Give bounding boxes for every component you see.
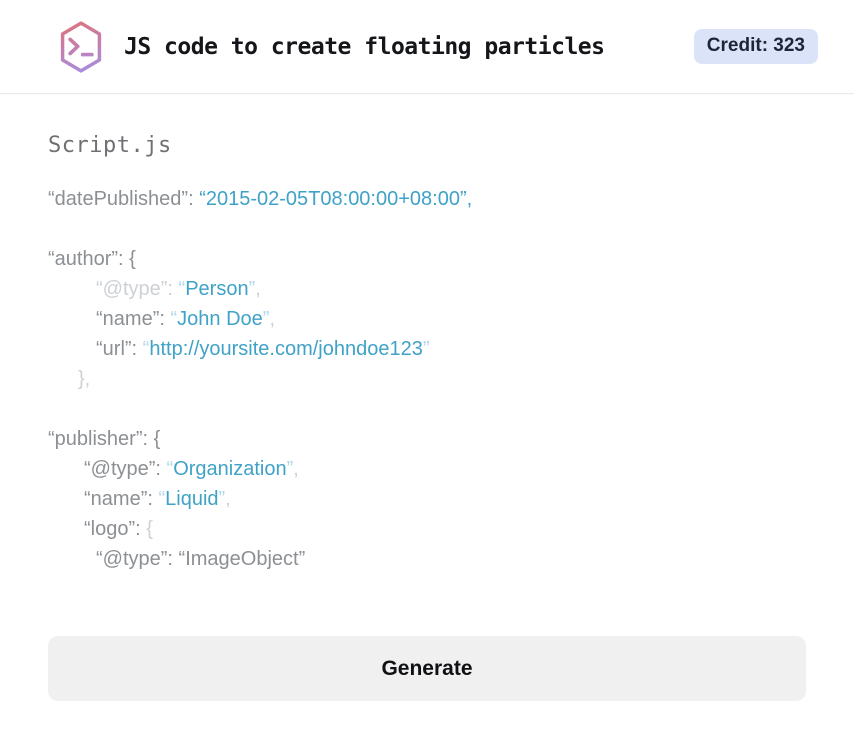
code-token: }, (78, 368, 91, 390)
code-line: “name”: “John Doe”, (48, 304, 806, 334)
page-title: JS code to create floating particles (124, 33, 605, 60)
code-token: Person (185, 278, 249, 300)
code-token: ” (422, 338, 430, 360)
code-token: John Doe (177, 308, 263, 330)
code-token: , (225, 488, 231, 510)
code-token: “datePublished”: (48, 188, 200, 210)
code-token: { (146, 518, 153, 540)
app-header: JS code to create floating particles Cre… (0, 0, 854, 94)
terminal-prompt-hexagon-icon (55, 18, 107, 76)
code-line: “logo”: { (48, 514, 806, 544)
code-token: “name”: (96, 308, 171, 330)
code-token: , (269, 308, 275, 330)
code-line: “@type”: “Organization”, (48, 454, 806, 484)
code-token: , (293, 458, 299, 480)
code-line: “datePublished”: “2015-02-05T08:00:00+08… (48, 184, 806, 214)
code-lines: “datePublished”: “2015-02-05T08:00:00+08… (48, 184, 806, 574)
code-line: “@type”: “Person”, (48, 274, 806, 304)
script-filename: Script.js (48, 133, 172, 158)
credit-badge: Credit: 323 (693, 29, 818, 64)
code-line: “publisher”: { (48, 424, 806, 454)
code-token: “@type”: “ImageObject” (96, 548, 306, 570)
code-token: Liquid (165, 488, 219, 510)
code-token: “publisher”: { (48, 428, 161, 450)
code-token: “logo”: (84, 518, 147, 540)
code-token: Organization (173, 458, 287, 480)
code-line: }, (48, 364, 806, 394)
code-line: “name”: “Liquid”, (48, 484, 806, 514)
code-token: http://yoursite.com/johndoe123 (149, 338, 423, 360)
code-panel: Script.js “datePublished”: “2015-02-05T0… (0, 133, 854, 701)
code-line: “url”: “http://yoursite.com/johndoe123” (48, 334, 806, 364)
code-line: “@type”: “ImageObject” (48, 544, 806, 574)
code-token: “author”: { (48, 248, 136, 270)
code-token: “url”: (96, 338, 143, 360)
code-token: “@type”: (84, 458, 167, 480)
code-token: “name”: (84, 488, 159, 510)
code-token: “2015-02-05T08:00:00+08:00”, (199, 188, 473, 210)
generate-button[interactable]: Generate (48, 636, 806, 701)
code-line: “author”: { (48, 244, 806, 274)
code-token: “@type”: (96, 278, 179, 300)
code-token: , (255, 278, 261, 300)
